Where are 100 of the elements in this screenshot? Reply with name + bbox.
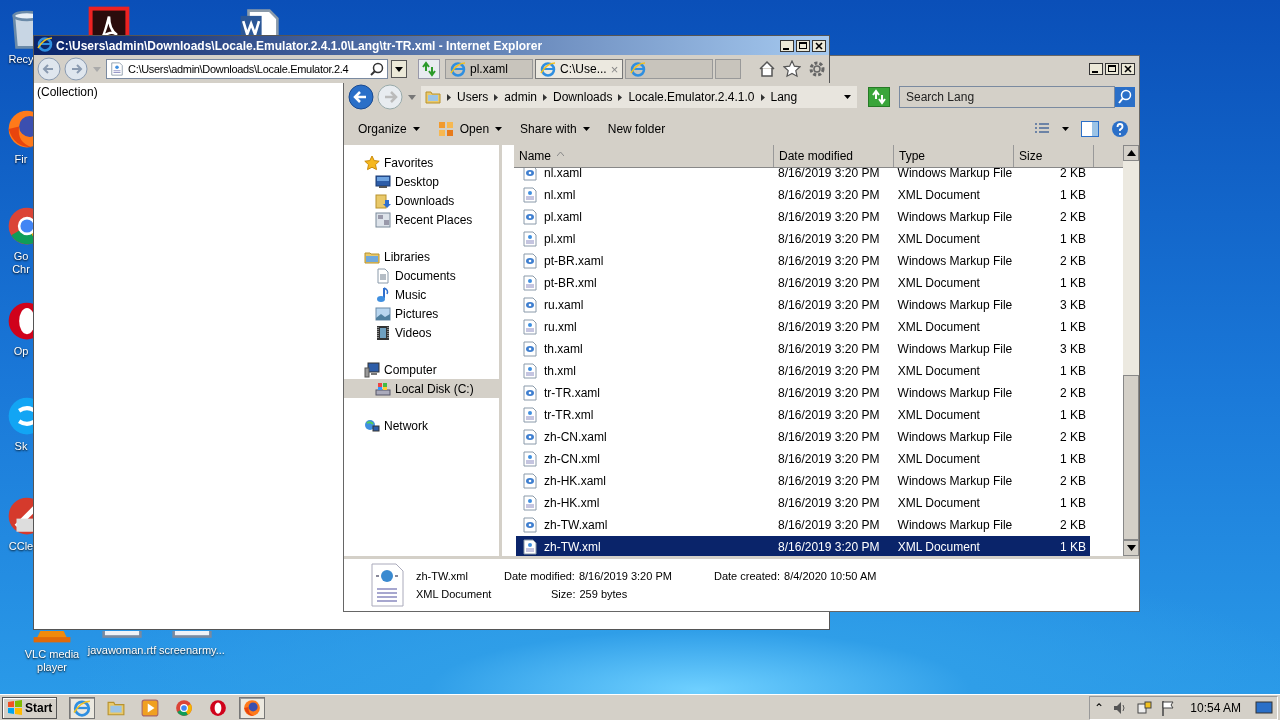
nav-item[interactable]: Network [344, 416, 499, 435]
column-header[interactable]: Size [1014, 145, 1094, 167]
file-row[interactable]: zh-TW.xaml 8/16/2019 3:20 PM Windows Markup File 2 KB [516, 514, 1090, 536]
nav-item[interactable]: Recent Places [344, 210, 499, 229]
settings-icon[interactable] [808, 60, 826, 78]
address-field[interactable]: C:\Users\admin\Downloads\Locale.Emulator.2.4 [106, 59, 388, 79]
maximize-button[interactable] [1105, 63, 1119, 75]
nav-item[interactable]: Local Disk (C:) [344, 379, 499, 398]
view-list-icon[interactable] [1034, 121, 1050, 136]
separator-arrow-icon[interactable] [618, 93, 623, 101]
show-desktop-icon[interactable] [1255, 699, 1273, 716]
word-document-icon[interactable] [238, 8, 280, 35]
separator-arrow-icon[interactable] [494, 93, 499, 101]
nav-item[interactable]: Computer [344, 360, 499, 379]
browser-tab[interactable]: C:\Use... × [535, 59, 623, 79]
nav-item[interactable]: Documents [344, 266, 499, 285]
search-field[interactable]: Search Lang [899, 86, 1115, 108]
file-row[interactable]: nl.xaml 8/16/2019 3:20 PM Windows Markup File 2 KB [516, 168, 1090, 184]
desktop-icon-label[interactable]: Op [6, 345, 36, 358]
separator-arrow-icon[interactable] [447, 93, 451, 101]
nav-item[interactable]: Pictures [344, 304, 499, 323]
desktop-icon-label[interactable]: Recy [6, 53, 36, 66]
toolbar-button[interactable]: Open [429, 116, 511, 141]
maximize-button[interactable] [796, 39, 810, 52]
file-row[interactable]: tr-TR.xml 8/16/2019 3:20 PM XML Document 1 KB [516, 404, 1090, 426]
file-size: 1 KB [1058, 452, 1087, 466]
column-header[interactable]: Type [894, 145, 1014, 167]
file-row[interactable]: th.xml 8/16/2019 3:20 PM XML Document 1 KB [516, 360, 1090, 382]
file-row[interactable]: tr-TR.xaml 8/16/2019 3:20 PM Windows Markup File 2 KB [516, 382, 1090, 404]
file-row[interactable]: zh-HK.xaml 8/16/2019 3:20 PM Windows Markup File 2 KB [516, 470, 1090, 492]
file-date: 8/16/2019 3:20 PM [777, 168, 881, 180]
browser-tab[interactable]: pl.xaml [445, 59, 533, 79]
file-size: 2 KB [1059, 168, 1087, 180]
scroll-down-button[interactable] [1123, 540, 1139, 556]
back-button[interactable] [348, 84, 374, 110]
minimize-button[interactable] [780, 39, 794, 52]
toolbar-button[interactable]: Share with [512, 117, 598, 140]
file-row[interactable]: ru.xml 8/16/2019 3:20 PM XML Document 1 KB [516, 316, 1090, 338]
caret-icon[interactable] [1062, 126, 1069, 131]
column-header[interactable]: Date modified [774, 145, 894, 167]
file-row[interactable]: zh-HK.xml 8/16/2019 3:20 PM XML Document 1 KB [516, 492, 1090, 514]
file-row[interactable]: pl.xaml 8/16/2019 3:20 PM Windows Markup File 2 KB [516, 206, 1090, 228]
nav-item[interactable]: Music [344, 285, 499, 304]
breadcrumb-item[interactable]: Locale.Emulator.2.4.1.0 [628, 90, 755, 104]
scrollbar[interactable] [1123, 145, 1139, 556]
nav-item[interactable]: Favorites [344, 153, 499, 172]
toolbar-button[interactable]: Organize [350, 117, 428, 140]
desktop-icon-label[interactable]: Sk [6, 440, 36, 453]
flag-icon[interactable] [1160, 699, 1177, 716]
search-icon[interactable] [370, 62, 384, 76]
network-icon[interactable] [1136, 699, 1153, 716]
breadcrumb-item[interactable]: Lang [770, 90, 798, 104]
history-caret-icon[interactable] [408, 94, 416, 100]
breadcrumb-item[interactable]: admin [504, 90, 538, 104]
close-button[interactable] [812, 39, 826, 52]
show-hidden-icons-button[interactable]: ⌃ [1094, 700, 1105, 715]
preview-pane-icon[interactable] [1081, 120, 1099, 137]
chat-app-icon[interactable] [6, 395, 33, 437]
nav-item[interactable]: Libraries [344, 247, 499, 266]
desktop-icon-label[interactable]: CCle [6, 540, 36, 553]
nav-item[interactable]: Videos [344, 323, 499, 342]
dropdown-caret-icon[interactable] [844, 95, 851, 99]
minimize-button[interactable] [1089, 63, 1103, 75]
close-button[interactable] [1121, 63, 1135, 75]
favorites-star-icon[interactable] [783, 60, 801, 78]
toolbar-button[interactable]: New folder [599, 117, 674, 140]
pdf-icon[interactable] [88, 6, 130, 35]
file-row[interactable]: nl.xml 8/16/2019 3:20 PM XML Document 1 KB [516, 184, 1090, 206]
breadcrumb-item[interactable]: Users [457, 90, 489, 104]
nav-item[interactable]: Desktop [344, 172, 499, 191]
home-icon[interactable] [758, 60, 776, 78]
file-date: 8/16/2019 3:20 PM [777, 210, 881, 224]
help-icon[interactable] [1111, 119, 1129, 138]
file-row[interactable]: pl.xml 8/16/2019 3:20 PM XML Document 1 KB [516, 228, 1090, 250]
address-bar[interactable]: Users admin Downloads Locale.Emulator.2.4.1.0 Lang [421, 86, 857, 108]
taskbar-button[interactable] [239, 696, 266, 719]
file-name: zh-HK.xaml [544, 474, 606, 488]
desktop-icon-label[interactable]: Go Chr [6, 250, 36, 276]
compatibility-view-button[interactable] [418, 59, 440, 79]
file-row[interactable]: zh-CN.xaml 8/16/2019 3:20 PM Windows Markup File 2 KB [516, 426, 1090, 448]
desktop-icon-label[interactable]: Fir [6, 153, 36, 166]
scroll-up-button[interactable] [1123, 145, 1139, 161]
separator-arrow-icon[interactable] [760, 93, 765, 101]
file-row[interactable]: zh-CN.xml 8/16/2019 3:20 PM XML Document 1 KB [516, 448, 1090, 470]
column-header[interactable]: Name [514, 145, 774, 167]
dropdown-button[interactable] [391, 60, 407, 78]
file-row[interactable]: th.xaml 8/16/2019 3:20 PM Windows Markup File 3 KB [516, 338, 1090, 360]
file-row[interactable]: ru.xaml 8/16/2019 3:20 PM Windows Markup File 3 KB [516, 294, 1090, 316]
nav-item[interactable]: Downloads [344, 191, 499, 210]
file-date: 8/16/2019 3:20 PM [777, 386, 881, 400]
refresh-button[interactable] [868, 87, 890, 107]
taskbar-button[interactable] [69, 696, 96, 719]
start-button[interactable]: Start [2, 696, 58, 719]
separator-arrow-icon[interactable] [543, 93, 548, 101]
clock[interactable]: 10:54 AM [1190, 700, 1241, 715]
scroll-thumb[interactable] [1123, 375, 1139, 540]
breadcrumb-item[interactable]: Downloads [553, 90, 613, 104]
file-row[interactable]: pt-BR.xaml 8/16/2019 3:20 PM Windows Markup File 2 KB [516, 250, 1090, 272]
file-row[interactable]: zh-TW.xml 8/16/2019 3:20 PM XML Document 1 KB [516, 536, 1090, 556]
file-row[interactable]: pt-BR.xml 8/16/2019 3:20 PM XML Document 1 KB [516, 272, 1090, 294]
